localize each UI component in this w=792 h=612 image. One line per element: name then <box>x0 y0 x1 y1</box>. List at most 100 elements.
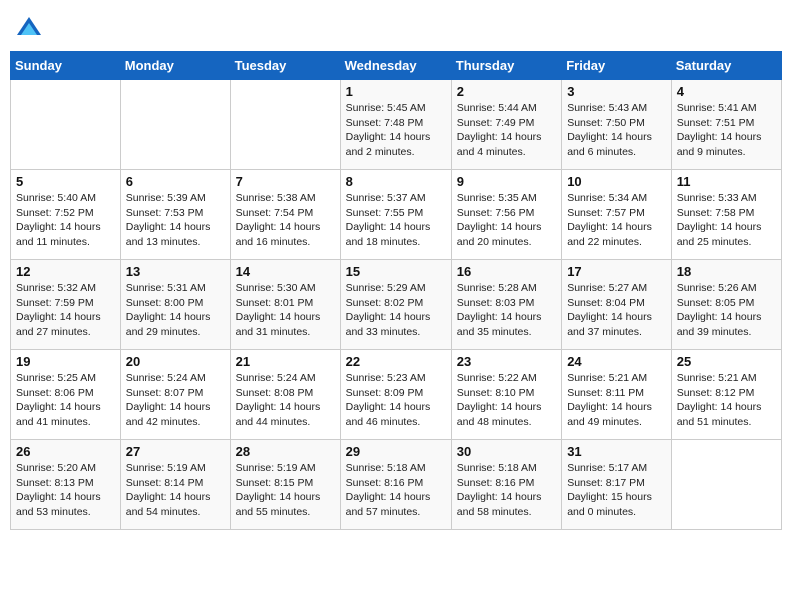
day-number: 5 <box>16 174 115 189</box>
calendar-cell: 11 Sunrise: 5:33 AM Sunset: 7:58 PM Dayli… <box>671 170 781 260</box>
day-number: 18 <box>677 264 776 279</box>
calendar-cell: 22Sunrise: 5:23 AM Sunset: 8:09 PM Dayli… <box>340 350 451 440</box>
day-info: Sunrise: 5:27 AM Sunset: 8:04 PM Dayligh… <box>567 281 666 340</box>
day-info: Sunrise: 5:25 AM Sunset: 8:06 PM Dayligh… <box>16 371 115 430</box>
calendar-cell: 13 Sunrise: 5:31 AM Sunset: 8:00 PM Dayli… <box>120 260 230 350</box>
day-info: Sunrise: 5:41 AM Sunset: 7:51 PM Dayligh… <box>677 101 776 160</box>
day-number: 30 <box>457 444 556 459</box>
day-number: 26 <box>16 444 115 459</box>
day-info: Sunrise: 5:24 AM Sunset: 8:07 PM Dayligh… <box>126 371 225 430</box>
day-info: Sunrise: 5:18 AM Sunset: 8:16 PM Dayligh… <box>457 461 556 520</box>
day-info: Sunrise: 5:37 AM Sunset: 7:55 PM Dayligh… <box>346 191 446 250</box>
page-header <box>10 10 782 43</box>
calendar-cell: 4 Sunrise: 5:41 AM Sunset: 7:51 PM Daylig… <box>671 80 781 170</box>
calendar-cell <box>230 80 340 170</box>
calendar-cell: 18 Sunrise: 5:26 AM Sunset: 8:05 PM Dayli… <box>671 260 781 350</box>
calendar-cell: 8 Sunrise: 5:37 AM Sunset: 7:55 PM Daylig… <box>340 170 451 260</box>
logo-icon <box>15 15 43 43</box>
day-info: Sunrise: 5:33 AM Sunset: 7:58 PM Dayligh… <box>677 191 776 250</box>
calendar-cell: 28Sunrise: 5:19 AM Sunset: 8:15 PM Dayli… <box>230 440 340 530</box>
calendar-cell: 6Sunrise: 5:39 AM Sunset: 7:53 PM Daylig… <box>120 170 230 260</box>
day-number: 4 <box>677 84 776 99</box>
day-number: 17 <box>567 264 666 279</box>
week-row-3: 12 Sunrise: 5:32 AM Sunset: 7:59 PM Dayli… <box>11 260 782 350</box>
week-row-4: 19 Sunrise: 5:25 AM Sunset: 8:06 PM Dayli… <box>11 350 782 440</box>
day-header-friday: Friday <box>562 52 672 80</box>
calendar-cell <box>671 440 781 530</box>
day-header-thursday: Thursday <box>451 52 561 80</box>
calendar-cell: 12 Sunrise: 5:32 AM Sunset: 7:59 PM Dayli… <box>11 260 121 350</box>
calendar-cell: 10 Sunrise: 5:34 AM Sunset: 7:57 PM Dayli… <box>562 170 672 260</box>
calendar-cell: 15Sunrise: 5:29 AM Sunset: 8:02 PM Dayli… <box>340 260 451 350</box>
day-number: 15 <box>346 264 446 279</box>
day-header-tuesday: Tuesday <box>230 52 340 80</box>
calendar-cell: 25 Sunrise: 5:21 AM Sunset: 8:12 PM Dayli… <box>671 350 781 440</box>
day-info: Sunrise: 5:21 AM Sunset: 8:11 PM Dayligh… <box>567 371 666 430</box>
calendar-cell: 16 Sunrise: 5:28 AM Sunset: 8:03 PM Dayli… <box>451 260 561 350</box>
day-info: Sunrise: 5:44 AM Sunset: 7:49 PM Dayligh… <box>457 101 556 160</box>
week-row-2: 5 Sunrise: 5:40 AM Sunset: 7:52 PM Daylig… <box>11 170 782 260</box>
calendar-cell: 14Sunrise: 5:30 AM Sunset: 8:01 PM Dayli… <box>230 260 340 350</box>
day-info: Sunrise: 5:28 AM Sunset: 8:03 PM Dayligh… <box>457 281 556 340</box>
calendar-cell: 27 Sunrise: 5:19 AM Sunset: 8:14 PM Dayli… <box>120 440 230 530</box>
calendar-cell: 24 Sunrise: 5:21 AM Sunset: 8:11 PM Dayli… <box>562 350 672 440</box>
day-number: 19 <box>16 354 115 369</box>
day-number: 24 <box>567 354 666 369</box>
calendar-cell: 5 Sunrise: 5:40 AM Sunset: 7:52 PM Daylig… <box>11 170 121 260</box>
day-info: Sunrise: 5:20 AM Sunset: 8:13 PM Dayligh… <box>16 461 115 520</box>
day-number: 13 <box>126 264 225 279</box>
day-number: 11 <box>677 174 776 189</box>
calendar-cell: 9Sunrise: 5:35 AM Sunset: 7:56 PM Daylig… <box>451 170 561 260</box>
week-row-1: 1Sunrise: 5:45 AM Sunset: 7:48 PM Daylig… <box>11 80 782 170</box>
day-info: Sunrise: 5:38 AM Sunset: 7:54 PM Dayligh… <box>236 191 335 250</box>
calendar-cell: 29 Sunrise: 5:18 AM Sunset: 8:16 PM Dayli… <box>340 440 451 530</box>
day-info: Sunrise: 5:19 AM Sunset: 8:14 PM Dayligh… <box>126 461 225 520</box>
day-number: 16 <box>457 264 556 279</box>
day-number: 3 <box>567 84 666 99</box>
day-number: 27 <box>126 444 225 459</box>
day-number: 31 <box>567 444 666 459</box>
calendar-cell: 3Sunrise: 5:43 AM Sunset: 7:50 PM Daylig… <box>562 80 672 170</box>
day-info: Sunrise: 5:30 AM Sunset: 8:01 PM Dayligh… <box>236 281 335 340</box>
calendar-cell: 23Sunrise: 5:22 AM Sunset: 8:10 PM Dayli… <box>451 350 561 440</box>
day-number: 2 <box>457 84 556 99</box>
day-number: 6 <box>126 174 225 189</box>
week-row-5: 26 Sunrise: 5:20 AM Sunset: 8:13 PM Dayli… <box>11 440 782 530</box>
day-number: 9 <box>457 174 556 189</box>
day-info: Sunrise: 5:32 AM Sunset: 7:59 PM Dayligh… <box>16 281 115 340</box>
calendar-cell <box>120 80 230 170</box>
day-header-wednesday: Wednesday <box>340 52 451 80</box>
day-number: 8 <box>346 174 446 189</box>
day-number: 12 <box>16 264 115 279</box>
day-number: 28 <box>236 444 335 459</box>
calendar-cell: 2 Sunrise: 5:44 AM Sunset: 7:49 PM Daylig… <box>451 80 561 170</box>
day-info: Sunrise: 5:34 AM Sunset: 7:57 PM Dayligh… <box>567 191 666 250</box>
day-info: Sunrise: 5:31 AM Sunset: 8:00 PM Dayligh… <box>126 281 225 340</box>
day-info: Sunrise: 5:22 AM Sunset: 8:10 PM Dayligh… <box>457 371 556 430</box>
day-number: 21 <box>236 354 335 369</box>
calendar-table: SundayMondayTuesdayWednesdayThursdayFrid… <box>10 51 782 530</box>
day-info: Sunrise: 5:45 AM Sunset: 7:48 PM Dayligh… <box>346 101 446 160</box>
day-number: 29 <box>346 444 446 459</box>
day-info: Sunrise: 5:23 AM Sunset: 8:09 PM Dayligh… <box>346 371 446 430</box>
days-header-row: SundayMondayTuesdayWednesdayThursdayFrid… <box>11 52 782 80</box>
day-info: Sunrise: 5:40 AM Sunset: 7:52 PM Dayligh… <box>16 191 115 250</box>
calendar-cell: 30 Sunrise: 5:18 AM Sunset: 8:16 PM Dayli… <box>451 440 561 530</box>
day-info: Sunrise: 5:18 AM Sunset: 8:16 PM Dayligh… <box>346 461 446 520</box>
day-number: 10 <box>567 174 666 189</box>
day-info: Sunrise: 5:24 AM Sunset: 8:08 PM Dayligh… <box>236 371 335 430</box>
logo <box>15 15 47 43</box>
day-info: Sunrise: 5:17 AM Sunset: 8:17 PM Dayligh… <box>567 461 666 520</box>
day-info: Sunrise: 5:21 AM Sunset: 8:12 PM Dayligh… <box>677 371 776 430</box>
day-info: Sunrise: 5:26 AM Sunset: 8:05 PM Dayligh… <box>677 281 776 340</box>
day-number: 20 <box>126 354 225 369</box>
day-number: 7 <box>236 174 335 189</box>
day-header-monday: Monday <box>120 52 230 80</box>
day-header-saturday: Saturday <box>671 52 781 80</box>
calendar-cell: 7 Sunrise: 5:38 AM Sunset: 7:54 PM Daylig… <box>230 170 340 260</box>
day-header-sunday: Sunday <box>11 52 121 80</box>
day-number: 25 <box>677 354 776 369</box>
calendar-cell <box>11 80 121 170</box>
calendar-cell: 1Sunrise: 5:45 AM Sunset: 7:48 PM Daylig… <box>340 80 451 170</box>
calendar-cell: 19 Sunrise: 5:25 AM Sunset: 8:06 PM Dayli… <box>11 350 121 440</box>
